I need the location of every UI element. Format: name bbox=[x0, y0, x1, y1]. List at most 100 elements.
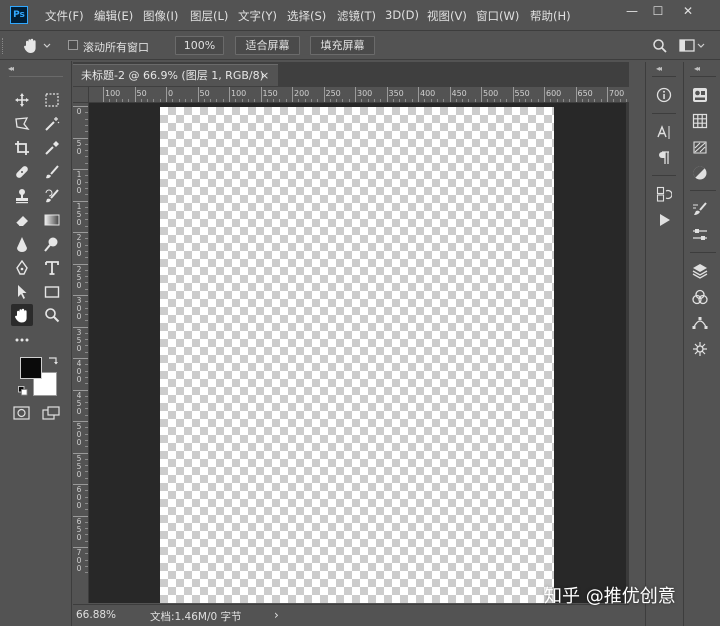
maximize-button[interactable]: ☐ bbox=[646, 3, 670, 19]
crop-tool[interactable] bbox=[11, 137, 33, 159]
edit-toolbar-button[interactable] bbox=[11, 329, 33, 351]
history-panel-icon[interactable] bbox=[654, 184, 674, 204]
blur-tool[interactable] bbox=[11, 233, 33, 255]
ruler-left-label: 450 bbox=[76, 390, 82, 416]
ruler-top-label: 100 bbox=[231, 89, 247, 98]
pen-icon bbox=[16, 260, 28, 275]
ruler-top-label: 650 bbox=[577, 89, 593, 98]
document-tab[interactable]: 未标题-2 @ 66.9% (图层 1, RGB/8) × bbox=[73, 64, 278, 86]
ruler-left-label: 150 bbox=[76, 201, 82, 227]
move-icon bbox=[15, 93, 29, 107]
ruler-left-label: 650 bbox=[76, 516, 82, 542]
ruler-major-tick bbox=[73, 421, 88, 422]
ruler-left-label: 550 bbox=[76, 453, 82, 479]
vertical-scrollbar[interactable] bbox=[626, 103, 629, 603]
canvas-transparent-layer[interactable] bbox=[160, 107, 554, 603]
ruler-major-tick bbox=[73, 389, 88, 391]
menu-type[interactable]: 文字(Y) bbox=[238, 8, 277, 24]
minimize-button[interactable]: — bbox=[620, 3, 644, 19]
document-tab-title: 未标题-2 @ 66.9% (图层 1, RGB/8) bbox=[81, 69, 264, 82]
fill-screen-button[interactable]: 填充屏幕 bbox=[310, 36, 375, 55]
zoom-tool[interactable] bbox=[41, 304, 63, 326]
scroll-all-label: 滚动所有窗口 bbox=[83, 41, 149, 54]
workspace-switcher-icon[interactable] bbox=[679, 38, 707, 57]
clone-stamp-tool[interactable] bbox=[11, 185, 33, 207]
ruler-left-label: 500 bbox=[76, 422, 82, 447]
type-tool[interactable] bbox=[41, 257, 63, 279]
ruler-major-tick bbox=[73, 547, 88, 548]
search-icon[interactable] bbox=[652, 38, 668, 57]
brush-tool[interactable] bbox=[41, 161, 63, 183]
lasso-tool[interactable] bbox=[11, 113, 33, 135]
ruler-top-label: 200 bbox=[294, 89, 310, 98]
move-tool[interactable] bbox=[11, 89, 33, 111]
paragraph-panel-icon[interactable] bbox=[654, 148, 674, 168]
ruler-major-tick bbox=[73, 232, 88, 233]
path-selection-tool[interactable] bbox=[11, 281, 33, 303]
ruler-major-tick bbox=[481, 87, 482, 102]
info-panel-icon[interactable] bbox=[654, 85, 674, 105]
options-grip[interactable] bbox=[2, 38, 8, 54]
magic-wand-tool[interactable] bbox=[41, 113, 63, 135]
tools-collapse-icon[interactable]: ◂◂ bbox=[8, 64, 14, 73]
swap-colors-icon[interactable] bbox=[48, 355, 58, 368]
menu-layer[interactable]: 图层(L) bbox=[190, 8, 228, 24]
dodge-icon bbox=[44, 237, 58, 252]
gradients-panel-icon[interactable] bbox=[690, 137, 710, 157]
eyedropper-tool[interactable] bbox=[41, 137, 63, 159]
menu-filter[interactable]: 滤镜(T) bbox=[337, 8, 376, 24]
menu-edit[interactable]: 编辑(E) bbox=[94, 8, 133, 24]
hand-tool-preset[interactable] bbox=[22, 37, 54, 58]
menu-image[interactable]: 图像(I) bbox=[143, 8, 178, 24]
quick-mask-icon[interactable] bbox=[13, 405, 31, 424]
menu-window[interactable]: 窗口(W) bbox=[476, 8, 519, 24]
default-colors-icon[interactable] bbox=[18, 386, 28, 399]
menu-help[interactable]: 帮助(H) bbox=[530, 8, 571, 24]
rectangle-tool[interactable] bbox=[41, 281, 63, 303]
actions-panel-icon[interactable] bbox=[654, 210, 674, 230]
pen-tool[interactable] bbox=[11, 257, 33, 279]
dock2-collapse-icon[interactable]: ◂◂ bbox=[694, 64, 700, 73]
color-panel-icon[interactable] bbox=[690, 85, 710, 105]
dodge-tool[interactable] bbox=[41, 233, 63, 255]
zoom-level[interactable]: 66.88% bbox=[76, 609, 116, 621]
ruler-major-tick bbox=[73, 452, 88, 454]
fit-screen-button[interactable]: 适合屏幕 bbox=[235, 36, 300, 55]
ruler-left-label: 0 bbox=[76, 107, 82, 116]
swatches-panel-icon[interactable] bbox=[690, 111, 710, 131]
ruler-origin[interactable] bbox=[73, 87, 89, 102]
healing-brush-tool[interactable] bbox=[11, 161, 33, 183]
marquee-tool[interactable] bbox=[41, 89, 63, 111]
vertical-ruler[interactable]: 0 50 100 150 200 250 300 350 400 450 500 550 600 650 7… bbox=[73, 103, 89, 603]
gradient-tool[interactable] bbox=[41, 209, 63, 231]
hand-tool[interactable] bbox=[11, 304, 33, 326]
polygonal-lasso-icon bbox=[15, 117, 30, 130]
menu-view[interactable]: 视图(V) bbox=[427, 8, 467, 24]
close-button[interactable]: ✕ bbox=[676, 3, 700, 19]
adjustments-panel-icon[interactable] bbox=[690, 163, 710, 183]
channels-panel-icon[interactable] bbox=[690, 287, 710, 307]
foreground-color-swatch-top[interactable] bbox=[20, 357, 42, 379]
zoom-100-button[interactable]: 100% bbox=[175, 36, 224, 55]
dock-collapse-icon[interactable]: ◂◂ bbox=[656, 64, 662, 73]
menu-3d[interactable]: 3D(D) bbox=[385, 8, 419, 22]
close-tab-icon[interactable]: × bbox=[260, 65, 269, 86]
status-menu-arrow[interactable]: › bbox=[274, 608, 279, 622]
blur-drop-icon bbox=[17, 237, 27, 252]
3d-panel-icon[interactable] bbox=[690, 339, 710, 359]
menu-select[interactable]: 选择(S) bbox=[287, 8, 326, 24]
ruler-major-tick bbox=[449, 87, 451, 102]
character-panel-icon[interactable] bbox=[654, 122, 674, 142]
properties-panel-icon[interactable] bbox=[690, 225, 710, 245]
menu-file[interactable]: 文件(F) bbox=[45, 8, 84, 24]
screen-mode-icon[interactable] bbox=[42, 405, 62, 424]
menu-bar: Ps 文件(F) 编辑(E) 图像(I) 图层(L) 文字(Y) 选择(S) 滤… bbox=[0, 0, 720, 31]
paths-panel-icon[interactable] bbox=[690, 313, 710, 333]
layers-panel-icon[interactable] bbox=[690, 261, 710, 281]
horizontal-ruler[interactable]: 100 50 0 50 100 150 200 250 300 350 400 450 500 550 60… bbox=[73, 87, 629, 103]
eraser-tool[interactable] bbox=[11, 209, 33, 231]
scroll-all-checkbox[interactable] bbox=[68, 40, 78, 50]
history-brush-tool[interactable] bbox=[41, 185, 63, 207]
stamp-icon bbox=[16, 189, 28, 204]
brushes-panel-icon[interactable] bbox=[690, 199, 710, 219]
